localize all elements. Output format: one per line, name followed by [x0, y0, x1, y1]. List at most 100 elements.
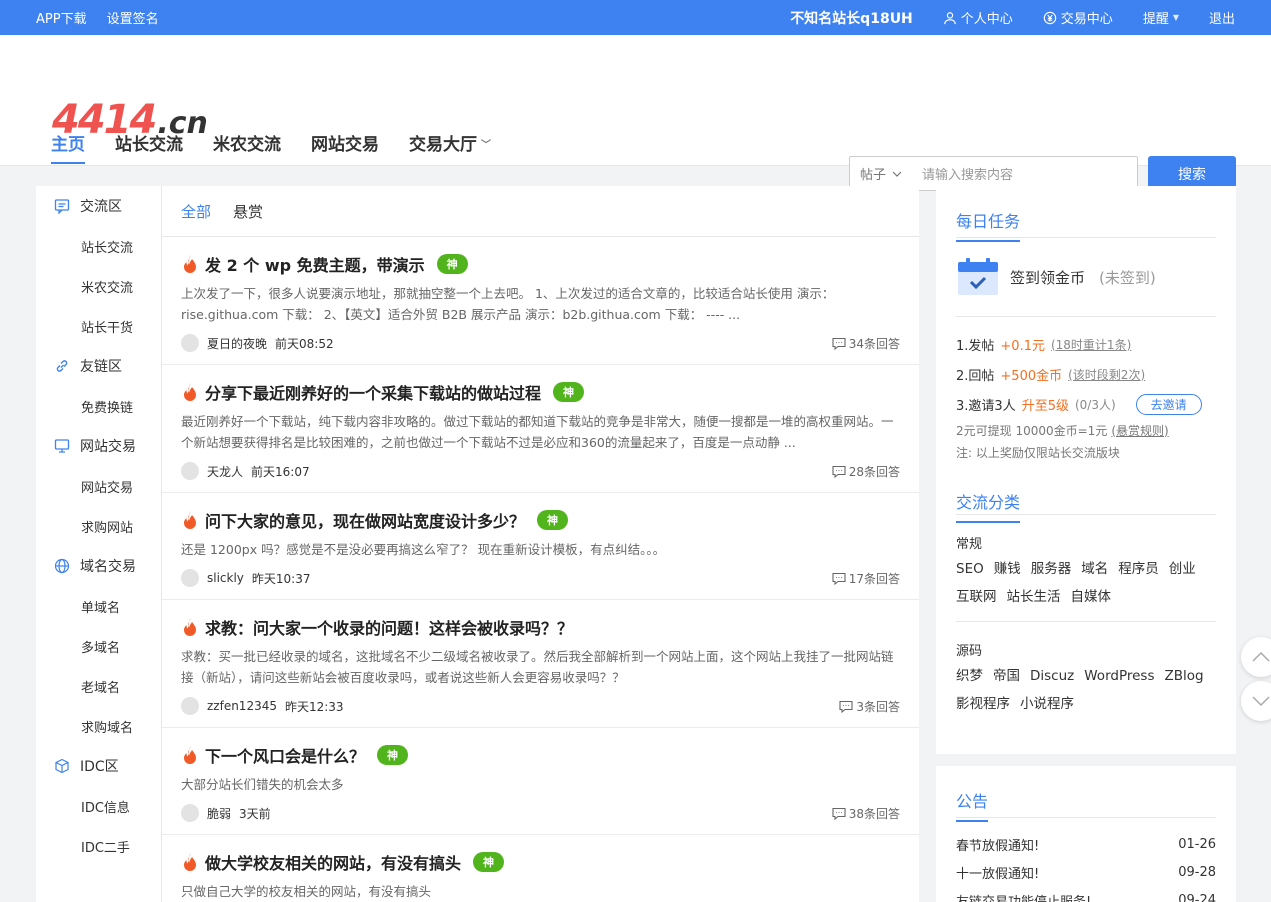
reply-count: 38条回答 — [832, 805, 900, 822]
nav-webmaster[interactable]: 站长交流 — [115, 130, 183, 166]
post-author[interactable]: slickly — [207, 571, 244, 585]
leftnav-item-site-trade[interactable]: 网站交易 — [36, 466, 161, 506]
leftnav-item-tips[interactable]: 站长干货 — [36, 306, 161, 346]
avatar[interactable] — [181, 804, 199, 822]
category-tag[interactable]: 自媒体 — [1071, 583, 1112, 611]
list-item[interactable]: 下一个风口会是什么？ 神 大部分站长们错失的机会太多 脆弱 3天前 38条回答 — [162, 728, 919, 835]
notice-row[interactable]: 春节放假通知! 01-26 — [956, 830, 1216, 858]
leftnav-item-buy-site[interactable]: 求购网站 — [36, 506, 161, 546]
app-download-link[interactable]: APP下载 — [36, 8, 87, 27]
comment-icon — [832, 807, 846, 820]
sign-in-status: (未签到) — [1099, 268, 1156, 287]
category-tag[interactable]: 互联网 — [956, 583, 997, 611]
nav-domainer[interactable]: 米农交流 — [213, 130, 281, 166]
logout-link[interactable]: 退出 — [1209, 8, 1235, 27]
tab-reward[interactable]: 悬赏 — [233, 201, 263, 222]
search-input[interactable]: 请输入搜索内容 — [912, 164, 1013, 183]
leftnav-item-multi-domain[interactable]: 多域名 — [36, 626, 161, 666]
list-item[interactable]: 问下大家的意见，现在做网站宽度设计多少？ 神 还是 1200px 吗？感觉是不是… — [162, 493, 919, 600]
leftnav-item-webmaster[interactable]: 站长交流 — [36, 226, 161, 266]
category-tag[interactable]: SEO — [956, 555, 984, 583]
leftnav-group-site-trade[interactable]: 网站交易 — [36, 426, 161, 466]
task-note-text[interactable]: (该时段剩2次) — [1068, 368, 1145, 382]
scroll-down-button[interactable] — [1241, 681, 1271, 721]
task-note: (0/3人) — [1074, 397, 1116, 412]
task-note[interactable]: (18时重计1条) — [1051, 336, 1131, 353]
username-link[interactable]: 不知名站长q18UH — [790, 8, 913, 28]
globe-icon — [54, 558, 70, 574]
category-tag[interactable]: 小说程序 — [1020, 690, 1074, 718]
trade-center-link[interactable]: 交易中心 — [1043, 8, 1113, 27]
category-title: 交流分类 — [956, 489, 1021, 523]
avatar[interactable] — [181, 569, 199, 587]
sign-in-label[interactable]: 签到领金币 — [1010, 267, 1085, 288]
post-title[interactable]: 下一个风口会是什么？ — [205, 743, 365, 767]
notice-text[interactable]: 十一放假通知! — [956, 863, 1039, 882]
reminder-dropdown[interactable]: 提醒 ▼ — [1143, 8, 1179, 27]
category-tag[interactable]: 影视程序 — [956, 690, 1010, 718]
category-tag[interactable]: 程序员 — [1118, 555, 1159, 583]
list-item[interactable]: 求教：问大家一个收录的问题！这样会被收录吗？？ 求教：买一批已经收录的域名，这批… — [162, 600, 919, 728]
notice-text[interactable]: 友链交易功能停止服务! — [956, 891, 1091, 902]
avatar[interactable] — [181, 334, 199, 352]
leftnav-group-exchange[interactable]: 交流区 — [36, 186, 161, 226]
category-tag[interactable]: Discuz — [1030, 662, 1074, 690]
post-title[interactable]: 发 2 个 wp 免费主题，带演示 — [205, 252, 425, 276]
category-tag[interactable]: 创业 — [1169, 555, 1196, 583]
leftnav-group-domain-trade[interactable]: 域名交易 — [36, 546, 161, 586]
set-signature-link[interactable]: 设置签名 — [107, 8, 159, 27]
notice-row[interactable]: 十一放假通知! 09-28 — [956, 858, 1216, 886]
post-author[interactable]: 脆弱 — [207, 805, 231, 822]
leftnav-group-links[interactable]: 友链区 — [36, 346, 161, 386]
leftnav-item-idc-info[interactable]: IDC信息 — [36, 786, 161, 826]
leftnav-item-idc-used[interactable]: IDC二手 — [36, 826, 161, 866]
leftnav-item-single-domain[interactable]: 单域名 — [36, 586, 161, 626]
fire-icon — [184, 255, 196, 273]
avatar[interactable] — [181, 697, 199, 715]
leftnav-item-buy-domain[interactable]: 求购域名 — [36, 706, 161, 746]
reward-rules-link[interactable]: (悬赏规则) — [1111, 422, 1168, 439]
notice-date: 01-26 — [1178, 836, 1216, 852]
list-item[interactable]: 做大学校友相关的网站，有没有搞头 神 只做自己大学的校友相关的网站，有没有搞头 — [162, 835, 919, 902]
tab-all[interactable]: 全部 — [181, 201, 211, 222]
post-title[interactable]: 求教：问大家一个收录的问题！这样会被收录吗？？ — [205, 615, 573, 639]
category-tag[interactable]: 织梦 — [956, 662, 983, 690]
post-title[interactable]: 做大学校友相关的网站，有没有搞头 — [205, 850, 461, 874]
nav-trade-hall-label: 交易大厅 — [409, 135, 477, 155]
sign-in-row[interactable]: 签到领金币 (未签到) — [956, 238, 1216, 317]
post-author[interactable]: zzfen12345 — [207, 699, 277, 713]
post-author[interactable]: 天龙人 — [207, 463, 243, 480]
post-title[interactable]: 问下大家的意见，现在做网站宽度设计多少？ — [205, 508, 525, 532]
notice-row[interactable]: 友链交易功能停止服务! 09-24 — [956, 886, 1216, 902]
hot-badge: 神 — [553, 382, 585, 402]
chevron-up-icon — [1252, 652, 1270, 662]
leftnav-group-idc[interactable]: IDC区 — [36, 746, 161, 786]
scroll-up-button[interactable] — [1241, 637, 1271, 677]
task-label: 2.回帖 — [956, 368, 995, 384]
avatar[interactable] — [181, 462, 199, 480]
list-item[interactable]: 发 2 个 wp 免费主题，带演示 神 上次发了一下，很多人说要演示地址，那就抽… — [162, 237, 919, 365]
category-tag[interactable]: 服务器 — [1031, 555, 1072, 583]
category-tag[interactable]: 站长生活 — [1007, 583, 1061, 611]
fire-icon — [184, 853, 196, 871]
invite-button[interactable]: 去邀请 — [1135, 393, 1202, 415]
personal-center-link[interactable]: 个人中心 — [943, 8, 1013, 27]
post-author[interactable]: 夏日的夜晚 — [207, 335, 267, 352]
list-item[interactable]: 分享下最近刚养好的一个采集下载站的做站过程 神 最近刚养好一个下载站，纯下载内容… — [162, 365, 919, 493]
category-tag[interactable]: 帝国 — [993, 662, 1020, 690]
category-tag[interactable]: ZBlog — [1164, 662, 1203, 690]
post-title[interactable]: 分享下最近刚养好的一个采集下载站的做站过程 — [205, 380, 541, 404]
category-tag[interactable]: WordPress — [1084, 662, 1154, 690]
leftnav-item-free-links[interactable]: 免费换链 — [36, 386, 161, 426]
nav-site-trade[interactable]: 网站交易 — [311, 130, 379, 166]
task-note-text[interactable]: (18时重计1条) — [1051, 338, 1131, 352]
leftnav-item-old-domain[interactable]: 老域名 — [36, 666, 161, 706]
category-tag[interactable]: 域名 — [1081, 555, 1108, 583]
notice-text[interactable]: 春节放假通知! — [956, 835, 1039, 854]
category-tag[interactable]: 赚钱 — [994, 555, 1021, 583]
nav-home[interactable]: 主页 — [51, 130, 85, 164]
leftnav-item-domainer[interactable]: 米农交流 — [36, 266, 161, 306]
task-note[interactable]: (该时段剩2次) — [1068, 366, 1145, 383]
search-scope-select[interactable]: 帖子 — [850, 164, 912, 183]
nav-trade-hall[interactable]: 交易大厅 ﹀ — [409, 130, 491, 166]
